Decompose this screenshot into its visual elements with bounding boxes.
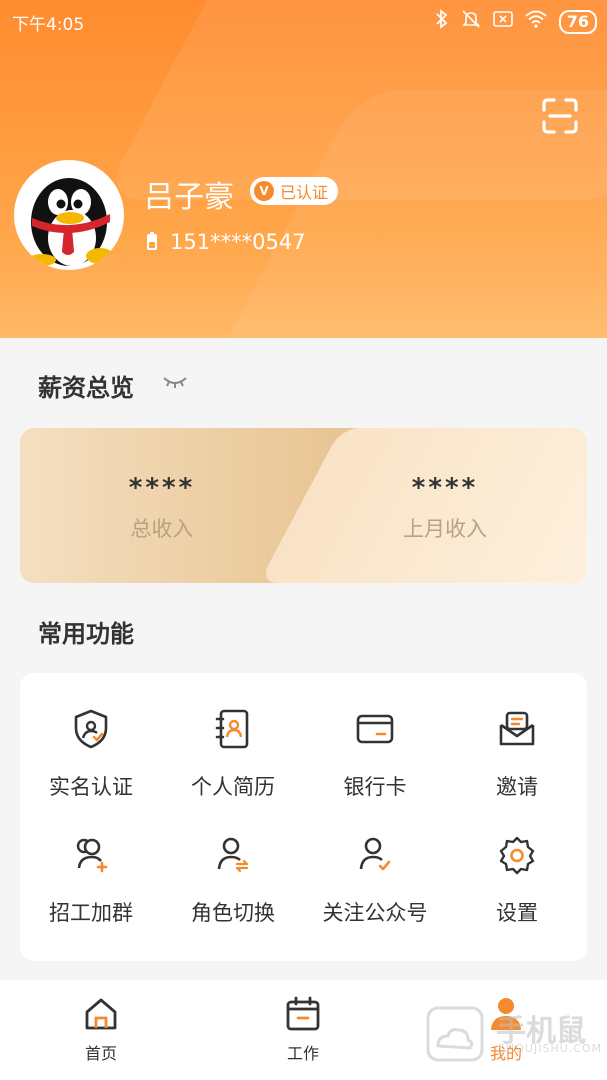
user-add-icon [20,833,162,877]
salary-card: **** 总收入 **** 上月收入 [20,428,587,583]
func-label: 个人简历 [191,775,275,799]
scan-icon [542,98,578,134]
calendar-icon [286,996,320,1031]
func-label: 邀请 [496,775,538,799]
last-month-income-value: **** [411,473,479,503]
battery-indicator: 76 [558,9,597,34]
user-name: 吕子豪 [144,180,234,215]
last-month-income-label: 上月收入 [403,517,487,541]
func-label: 实名认证 [49,775,133,799]
func-label: 关注公众号 [322,901,428,925]
last-month-income[interactable]: **** 上月收入 [315,473,575,543]
total-income-value: **** [128,473,196,503]
tab-label: 工作 [286,1044,319,1063]
penguin-avatar-icon [28,178,114,266]
func-label: 设置 [496,901,538,925]
phone-number: 151****0547 [170,230,306,254]
func-role-switch[interactable]: 角色切换 [162,833,304,927]
tab-label: 首页 [84,1044,117,1063]
functions-card: 实名认证 个人简历 银行卡 邀请 招工加群 角色切换 关注公众号 设置 [20,673,587,961]
resume-icon [162,707,304,751]
watermark-subtext: SHOUJISHU.COM [498,1042,603,1055]
verified-label: 已认证 [280,183,329,202]
follow-user-icon [304,833,446,877]
func-invite[interactable]: 邀请 [446,707,588,801]
phone-row: 151****0547 [146,230,306,254]
wifi-icon [525,10,547,33]
verified-icon: V [254,181,274,201]
func-real-name-auth[interactable]: 实名认证 [20,707,162,801]
shield-check-icon [20,707,162,751]
status-bar: 下午4:05 76 [0,0,607,40]
func-settings[interactable]: 设置 [446,833,588,927]
total-income[interactable]: **** 总收入 [32,473,292,543]
verified-badge: V 已认证 [250,177,339,205]
home-icon [85,998,117,1030]
func-label: 招工加群 [49,901,133,925]
tab-home[interactable]: 首页 [41,996,161,1064]
phone-icon [147,232,157,250]
func-label: 银行卡 [343,775,407,799]
func-follow-account[interactable]: 关注公众号 [304,833,446,927]
bank-card-icon [304,707,446,751]
salary-section-title: 薪资总览 [38,374,134,402]
status-time: 下午4:05 [12,15,85,35]
gear-icon [446,833,588,877]
watermark: 手机鼠 SHOUJISHU.COM [424,1004,603,1064]
bluetooth-icon [435,9,449,34]
functions-section-title: 常用功能 [38,620,134,648]
tab-work[interactable]: 工作 [243,996,363,1064]
total-income-label: 总收入 [130,517,194,541]
mute-icon [461,9,481,34]
func-recruit-group[interactable]: 招工加群 [20,833,162,927]
avatar[interactable] [14,160,124,270]
scan-button[interactable] [540,96,580,136]
no-sim-icon [492,10,513,33]
profile-header: 下午4:05 76 吕子豪 V 已认证 151****0547 [0,0,607,338]
func-label: 角色切换 [191,901,275,925]
watermark-logo-icon [426,1006,484,1062]
role-switch-icon [162,833,304,877]
eye-closed-icon[interactable] [162,372,188,396]
func-bank-card[interactable]: 银行卡 [304,707,446,801]
invite-mail-icon [446,707,588,751]
func-resume[interactable]: 个人简历 [162,707,304,801]
